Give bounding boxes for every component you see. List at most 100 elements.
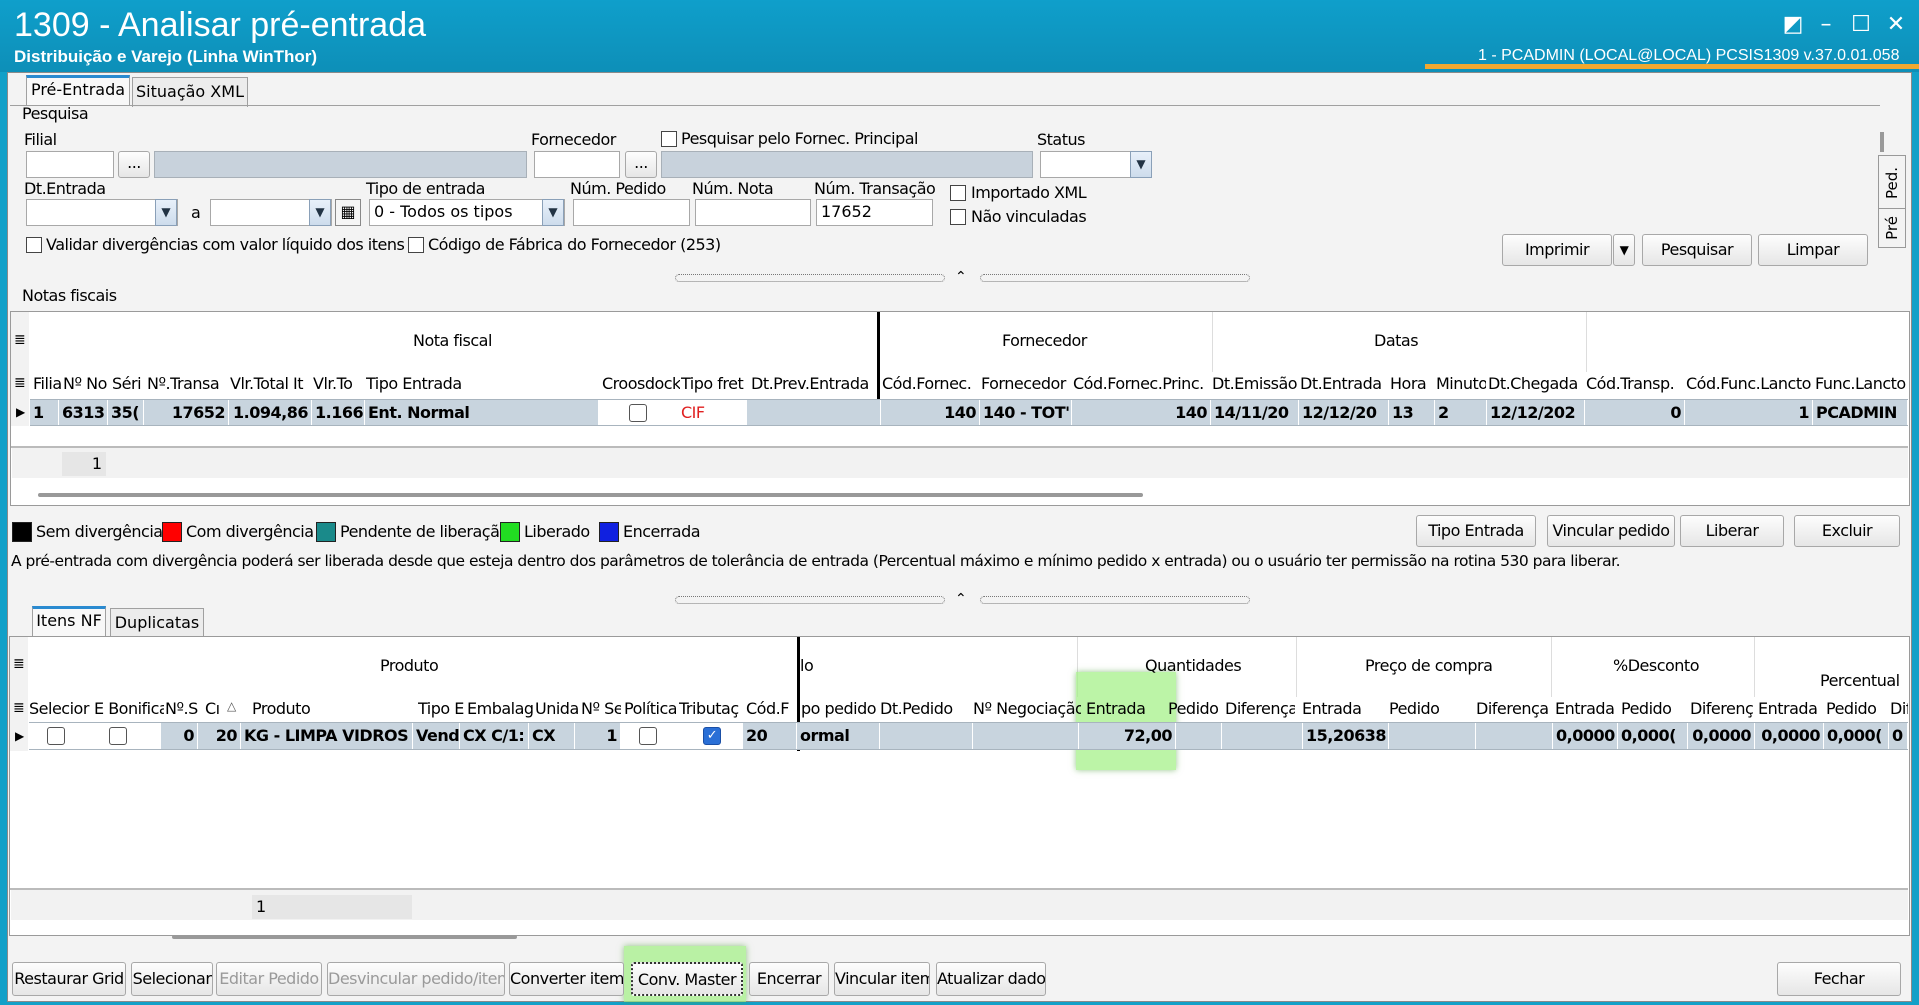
num-nota-input[interactable]: [695, 199, 811, 226]
column-header-notas[interactable]: Tipo Entrada: [366, 374, 596, 393]
column-header-notas[interactable]: Cód.Func.Lancto: [1686, 374, 1814, 393]
calendar-icon[interactable]: ▦: [335, 199, 361, 226]
column-header-notas[interactable]: Tipo fret: [681, 374, 749, 393]
column-header-itens[interactable]: Entrada: [1758, 699, 1824, 718]
column-header-itens[interactable]: Nº Se: [581, 699, 621, 718]
restaurar-grid-button[interactable]: Restaurar Grid: [12, 962, 126, 996]
column-header-notas[interactable]: Fornecedor: [981, 374, 1071, 393]
nao-vinculadas-checkbox[interactable]: [950, 209, 966, 225]
bonificacao-checkbox[interactable]: [109, 727, 127, 745]
column-header-notas[interactable]: Dt.Prev.Entrada: [751, 374, 879, 393]
column-header-notas[interactable]: Nº.Transa: [147, 374, 229, 393]
column-header-itens[interactable]: Tributaç: [679, 699, 743, 718]
atualizar-dados-button[interactable]: Atualizar dados: [936, 962, 1046, 996]
selecionar-button[interactable]: Selecionar: [131, 962, 213, 996]
tributacao-checkbox[interactable]: ✓: [703, 727, 721, 745]
pesquisar-button[interactable]: Pesquisar: [1642, 234, 1752, 266]
column-header-itens[interactable]: Diferença: [1225, 699, 1295, 718]
minimize-icon[interactable]: –: [1811, 10, 1841, 40]
column-header-itens[interactable]: ipo pedido: [797, 699, 879, 718]
collapse-up-icon-2[interactable]: ⌃: [955, 591, 967, 607]
conv-master-button[interactable]: Conv. Master: [631, 962, 743, 996]
column-header-notas[interactable]: Hora: [1390, 374, 1435, 393]
tipo-entrada-dropdown-icon[interactable]: ▼: [542, 199, 564, 226]
fornecedor-input[interactable]: [534, 151, 620, 178]
column-header-itens[interactable]: Unida: [535, 699, 579, 718]
tab-duplicatas[interactable]: Duplicatas: [110, 608, 204, 638]
collapse-up-icon[interactable]: ⌃: [955, 269, 967, 285]
num-transacao-input[interactable]: 17652: [816, 199, 933, 226]
column-header-notas[interactable]: Vlr.To: [313, 374, 365, 393]
column-header-notas[interactable]: Dt.Emissão: [1212, 374, 1300, 393]
column-header-notas[interactable]: Func.Lancto: [1815, 374, 1907, 393]
column-header-itens[interactable]: Entrada: [1302, 699, 1386, 718]
status-select[interactable]: [1040, 151, 1142, 178]
encerrar-button[interactable]: Encerrar: [749, 962, 829, 996]
filial-input[interactable]: [26, 151, 114, 178]
itens-horizontal-scrollbar[interactable]: [172, 935, 517, 939]
column-header-itens[interactable]: Produto: [252, 699, 414, 718]
side-tab-pre[interactable]: Pré: [1878, 208, 1906, 248]
column-header-notas[interactable]: Filia: [33, 374, 63, 393]
column-header-notas[interactable]: Minuto: [1436, 374, 1486, 393]
filial-search-button[interactable]: ...: [118, 151, 150, 178]
column-header-notas[interactable]: Croosdock: [602, 374, 680, 393]
status-dropdown-icon[interactable]: ▼: [1130, 151, 1152, 178]
column-header-itens[interactable]: Entrada: [1086, 699, 1166, 718]
fechar-button[interactable]: Fechar: [1777, 962, 1901, 996]
column-header-itens[interactable]: Pedido: [1168, 699, 1224, 718]
column-header-notas[interactable]: Cód.Transp.: [1586, 374, 1682, 393]
column-header-itens[interactable]: Pedido: [1826, 699, 1886, 718]
column-header-itens[interactable]: Cı: [205, 699, 225, 718]
column-header-notas[interactable]: Dt.Chegada: [1488, 374, 1584, 393]
editar-pedido-button[interactable]: Editar Pedido: [216, 962, 322, 996]
tab-situacao-xml[interactable]: Situação XML: [132, 77, 248, 107]
dt-entrada-to-dropdown-icon[interactable]: ▼: [309, 199, 331, 226]
splitter-right-2[interactable]: [980, 596, 1250, 604]
column-header-notas[interactable]: Vlr.Total It: [230, 374, 312, 393]
column-header-itens[interactable]: Política: [624, 699, 676, 718]
table-row[interactable]: 1 6313 35(17652 1.094,86 1.166 Ent. Normal CIF…: [30, 399, 1908, 426]
fornecedor-search-button[interactable]: ...: [625, 151, 657, 178]
column-header-itens[interactable]: Tipo E: [418, 699, 464, 718]
converter-item-button[interactable]: Converter item: [509, 962, 624, 996]
column-header-itens[interactable]: Dif: [1890, 699, 1908, 718]
tab-pre-entrada[interactable]: Pré-Entrada: [26, 75, 130, 105]
validar-divergencias-checkbox[interactable]: [26, 237, 42, 253]
splitter-left-2[interactable]: [675, 596, 945, 604]
column-header-notas[interactable]: Cód.Fornec.Princ.: [1073, 374, 1213, 393]
column-header-itens[interactable]: Nº Negociação: [973, 699, 1081, 718]
codigo-fabrica-checkbox[interactable]: [408, 237, 424, 253]
itens-column-chooser-icon-2[interactable]: ≣: [13, 700, 25, 716]
column-header-notas[interactable]: Dt.Entrada: [1300, 374, 1388, 393]
column-header-itens[interactable]: Pedido: [1389, 699, 1473, 718]
column-header-itens[interactable]: Pedido: [1621, 699, 1687, 718]
desvincular-pedido-item-button[interactable]: Desvincular pedido/item: [327, 962, 505, 996]
column-chooser-icon[interactable]: ≣: [14, 332, 26, 348]
column-header-itens[interactable]: Cód.F: [746, 699, 796, 718]
column-header-itens[interactable]: Dt.Pedido: [880, 699, 970, 718]
itens-column-chooser-icon[interactable]: ≣: [13, 656, 25, 672]
column-header-itens[interactable]: Selecior: [29, 699, 91, 718]
table-row[interactable]: 0 20 KG - LIMPA VIDROS Vend CX C/1: CX 1 ✓ 20 orm…: [29, 722, 1908, 750]
column-header-notas[interactable]: Séri: [112, 374, 146, 393]
column-header-itens[interactable]: Entrada: [1555, 699, 1619, 718]
num-pedido-input[interactable]: [573, 199, 690, 226]
column-header-itens[interactable]: Diferença: [1476, 699, 1552, 718]
importado-xml-checkbox[interactable]: [950, 185, 966, 201]
pesq-fornec-principal-checkbox[interactable]: [661, 131, 677, 147]
imprimir-button[interactable]: Imprimir: [1502, 234, 1612, 266]
liberar-button[interactable]: Liberar: [1680, 515, 1784, 547]
tipo-entrada-select[interactable]: 0 - Todos os tipos: [369, 199, 565, 226]
splitter-left[interactable]: [675, 274, 945, 282]
select-item-checkbox[interactable]: [47, 727, 65, 745]
vincular-item-button[interactable]: Vincular item: [834, 962, 930, 996]
column-header-itens[interactable]: E Bonifica: [94, 699, 164, 718]
tipo-entrada-button[interactable]: Tipo Entrada: [1416, 515, 1536, 547]
tab-itens-nf[interactable]: Itens NF: [32, 606, 106, 636]
column-chooser-icon-2[interactable]: ≣: [14, 375, 26, 391]
column-header-itens[interactable]: Diferença: [1690, 699, 1754, 718]
column-header-itens[interactable]: Nº.S: [165, 699, 203, 718]
croosdock-checkbox[interactable]: [629, 404, 647, 422]
excluir-button[interactable]: Excluir: [1794, 515, 1900, 547]
